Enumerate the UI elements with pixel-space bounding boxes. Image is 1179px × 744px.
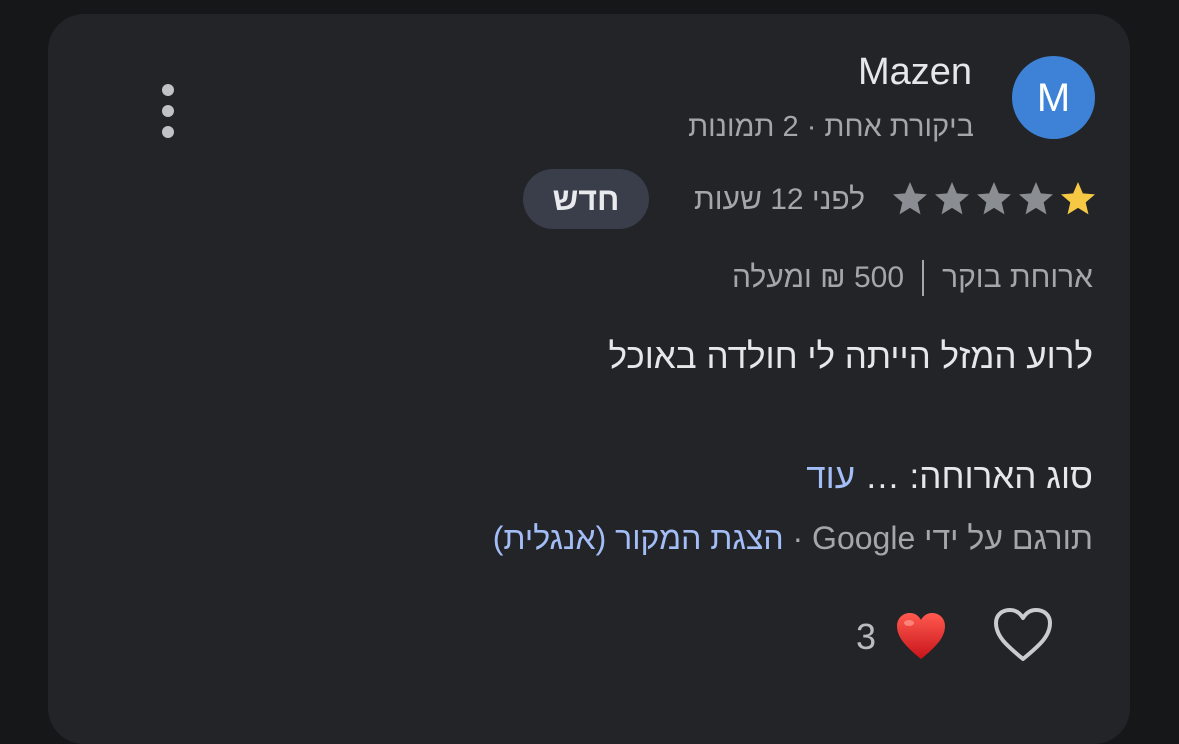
more-link[interactable]: עוד [806, 457, 855, 496]
avatar-letter: M [1036, 75, 1071, 120]
translation-line: תורגם על ידי Google · הצגת המקור (אנגלית… [493, 518, 1093, 558]
red-heart-svg [897, 613, 945, 659]
star-empty-icon [977, 182, 1011, 215]
like-heart-outline-icon[interactable] [992, 606, 1054, 664]
tag-price: 500 ₪ ומעלה [731, 261, 905, 294]
translated-by-text: תורגם על ידי Google · [792, 520, 1094, 556]
review-time: לפני 12 שעות [694, 183, 865, 216]
show-original-link[interactable]: הצגת המקור (אנגלית) [493, 520, 784, 556]
reviewer-name[interactable]: Mazen [858, 50, 972, 94]
tag-divider [922, 260, 925, 296]
star-empty-icon [935, 182, 969, 215]
meal-type-label: סוג הארוחה: … [864, 457, 1093, 496]
reaction-count: 3 [856, 616, 877, 657]
red-heart-emoji-icon [895, 612, 947, 662]
reviewer-meta: ביקורת אחת · 2 תמונות [688, 111, 974, 143]
review-text: לרוע המזל הייתה לי חולדה באוכל [608, 337, 1094, 376]
star-rating [888, 180, 1098, 218]
review-card: Mazen ביקורת אחת · 2 תמונות M לפני 12 שע… [48, 14, 1130, 744]
star-empty-icon [1019, 182, 1053, 215]
avatar[interactable]: M [1012, 56, 1095, 139]
meal-type-line: סוג הארוחה: … עוד [806, 456, 1093, 498]
heart-outline-svg [994, 608, 1052, 661]
new-badge-label: חדש [552, 180, 620, 217]
new-badge: חדש [523, 169, 649, 229]
more-options-icon[interactable] [152, 84, 184, 138]
tag-meal: ארוחת בוקר [942, 261, 1093, 294]
review-tags: ארוחת בוקר 500 ₪ ומעלה [732, 258, 1093, 298]
star-filled-icon [1061, 182, 1095, 215]
star-empty-icon [893, 182, 927, 215]
